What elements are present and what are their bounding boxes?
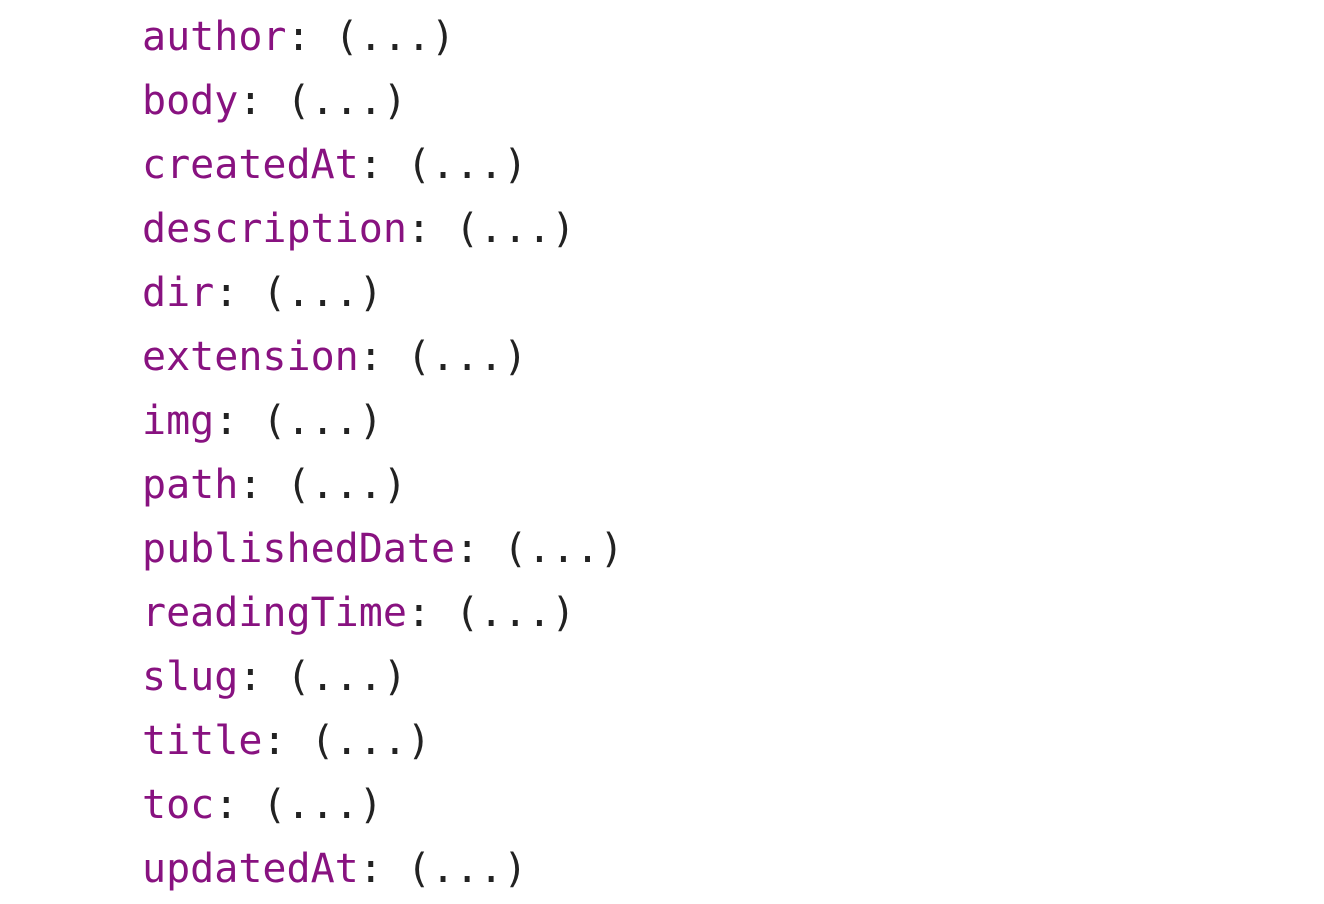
property-key: img (142, 398, 215, 444)
property-colon: : (286, 14, 335, 60)
property-row[interactable]: body: (...) (142, 69, 624, 133)
property-colon: : (358, 334, 407, 380)
property-row[interactable]: img: (...) (142, 389, 624, 453)
property-row[interactable]: title: (...) (142, 709, 624, 773)
property-row[interactable]: dir: (...) (142, 261, 624, 325)
property-colon: : (358, 846, 407, 892)
property-colon: : (238, 462, 287, 508)
property-colon: : (238, 78, 287, 124)
property-colon: : (214, 782, 263, 828)
property-colon: : (406, 206, 456, 252)
property-row[interactable]: publishedDate: (...) (142, 517, 624, 581)
property-getter-value[interactable]: (...) (407, 142, 527, 188)
property-key: description (142, 206, 407, 252)
property-getter-value[interactable]: (...) (262, 398, 382, 444)
property-key: toc (142, 782, 215, 828)
property-getter-value[interactable]: (...) (287, 78, 407, 124)
property-getter-value[interactable]: (...) (335, 14, 455, 60)
property-key: slug (142, 654, 239, 700)
property-row[interactable]: toc: (...) (142, 773, 624, 837)
property-getter-value[interactable]: (...) (407, 846, 527, 892)
property-getter-value[interactable]: (...) (455, 590, 575, 636)
property-colon: : (214, 398, 263, 444)
property-colon: : (455, 526, 504, 572)
property-key: publishedDate (142, 526, 456, 572)
property-row[interactable]: createdAt: (...) (142, 133, 624, 197)
property-key: path (142, 462, 239, 508)
property-row[interactable]: description: (...) (142, 197, 624, 261)
property-row[interactable]: readingTime: (...) (142, 581, 624, 645)
property-key: author (142, 14, 287, 60)
property-getter-value[interactable]: (...) (262, 782, 382, 828)
property-row[interactable]: extension: (...) (142, 325, 624, 389)
property-colon: : (406, 590, 456, 636)
property-key: title (142, 718, 263, 764)
devtools-console-object-view: author: (...) body: (...) createdAt: (..… (0, 0, 1324, 904)
property-key: updatedAt (142, 846, 359, 892)
property-key: readingTime (142, 590, 407, 636)
property-row[interactable]: path: (...) (142, 453, 624, 517)
property-getter-value[interactable]: (...) (287, 462, 407, 508)
property-key: createdAt (142, 142, 359, 188)
property-getter-value[interactable]: (...) (455, 206, 575, 252)
property-getter-value[interactable]: (...) (311, 718, 431, 764)
property-key: extension (142, 334, 359, 380)
property-row[interactable]: updatedAt: (...) (142, 837, 624, 901)
property-getter-value[interactable]: (...) (503, 526, 623, 572)
property-getter-value[interactable]: (...) (287, 654, 407, 700)
object-property-list: author: (...) body: (...) createdAt: (..… (142, 5, 624, 901)
property-colon: : (262, 718, 311, 764)
property-row[interactable]: slug: (...) (142, 645, 624, 709)
property-colon: : (214, 270, 263, 316)
property-key: body (142, 78, 239, 124)
property-getter-value[interactable]: (...) (262, 270, 382, 316)
property-colon: : (358, 142, 407, 188)
property-colon: : (238, 654, 287, 700)
property-key: dir (142, 270, 215, 316)
property-row[interactable]: author: (...) (142, 5, 624, 69)
property-getter-value[interactable]: (...) (407, 334, 527, 380)
